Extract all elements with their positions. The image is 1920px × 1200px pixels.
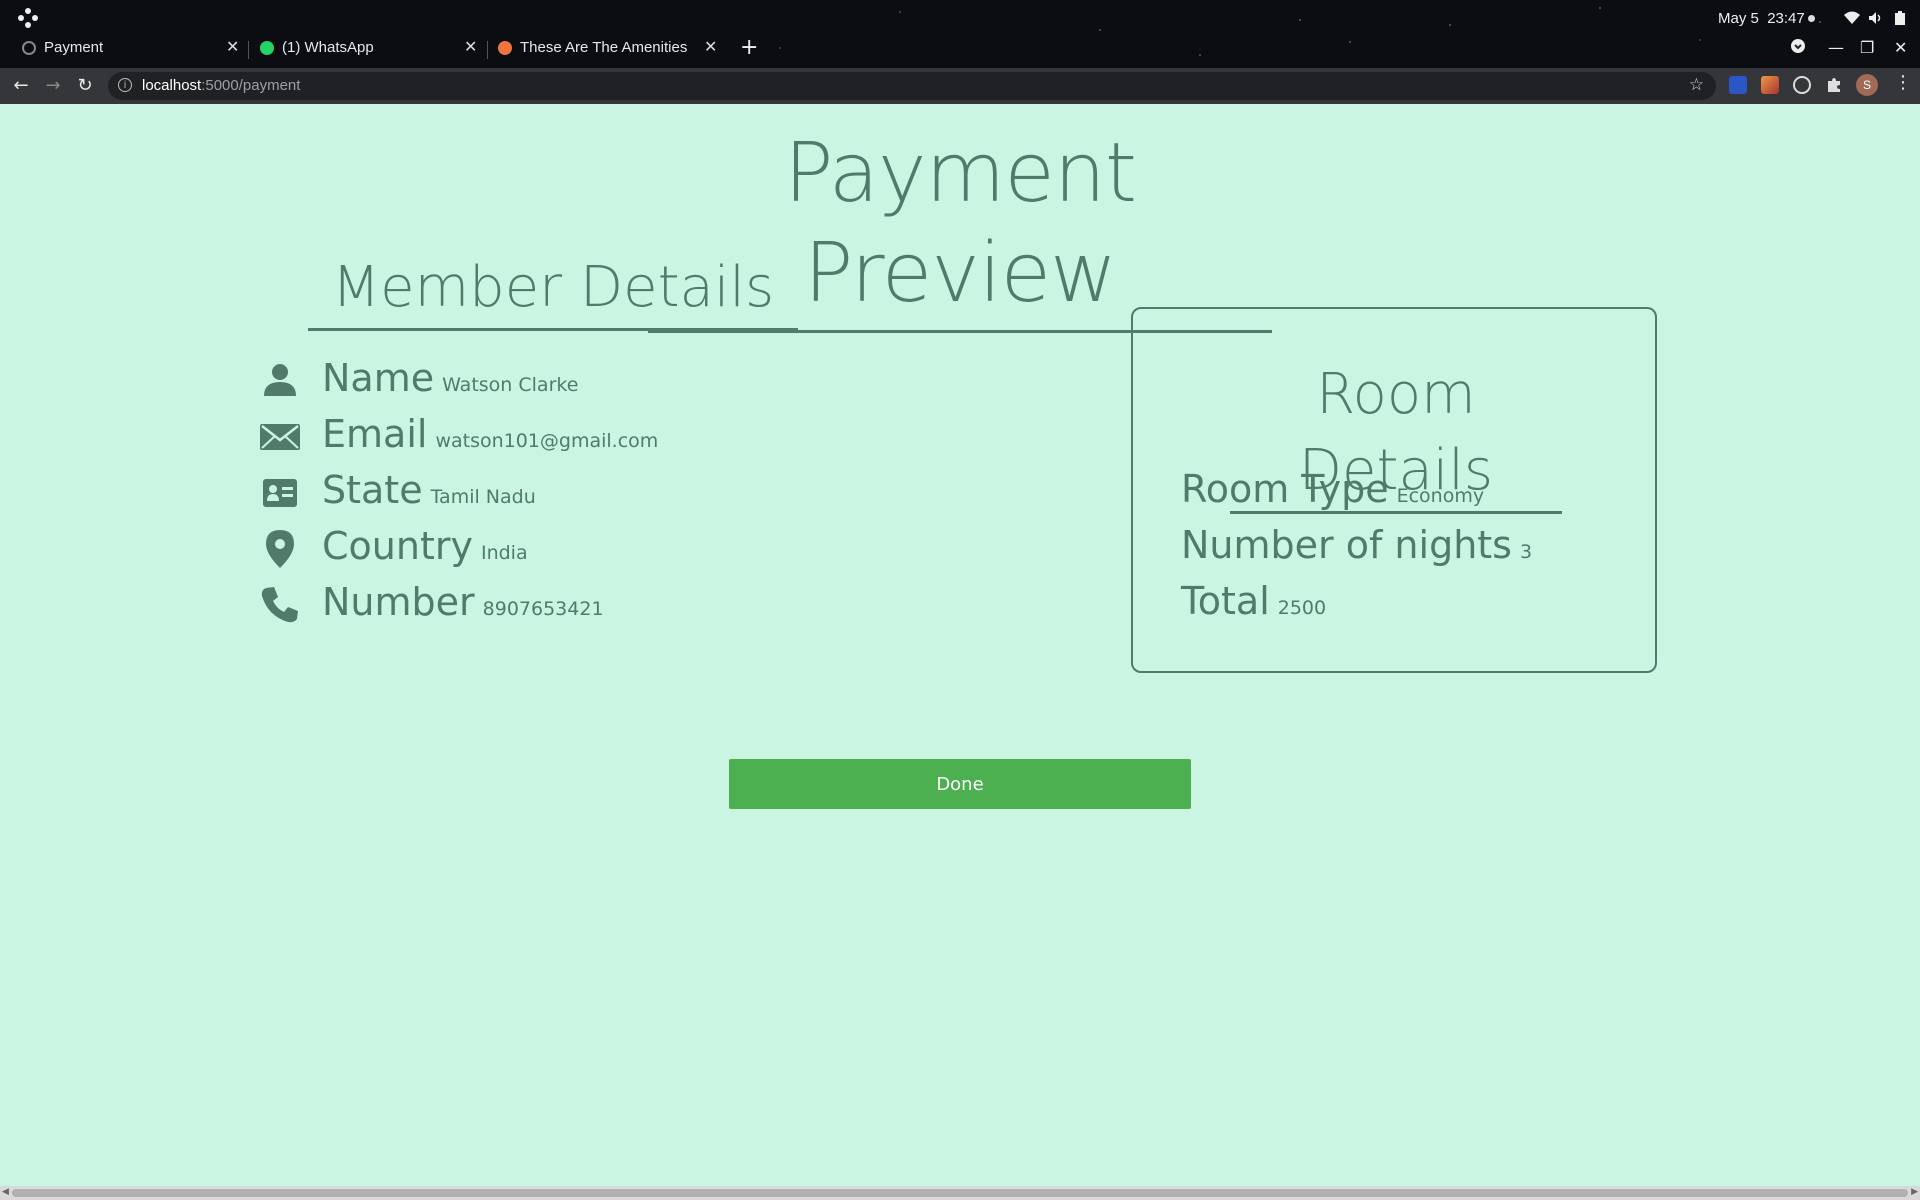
room-type-value: Economy bbox=[1396, 485, 1485, 507]
member-row-label: Email watson101@gmail.com bbox=[322, 410, 658, 465]
battery-icon[interactable] bbox=[1892, 11, 1908, 25]
close-tab-icon[interactable]: ✕ bbox=[704, 36, 717, 60]
member-email-value: watson101@gmail.com bbox=[435, 430, 659, 452]
member-row-email: Email watson101@gmail.com bbox=[256, 410, 956, 466]
member-row-label: State Tamil Nadu bbox=[322, 466, 536, 521]
tab-search-icon[interactable] bbox=[1790, 38, 1806, 59]
room-row-type: Room Type Economy bbox=[1181, 463, 1532, 519]
label-text: Email bbox=[322, 412, 428, 456]
wifi-icon[interactable] bbox=[1844, 11, 1860, 25]
url-path: :5000/payment bbox=[201, 77, 301, 94]
clock[interactable]: May 5 23:47 bbox=[1718, 10, 1805, 27]
member-details-heading: Member Details bbox=[308, 250, 798, 331]
minimize-icon[interactable]: — bbox=[1828, 38, 1844, 58]
new-tab-button[interactable]: + bbox=[740, 36, 758, 60]
site-favicon-icon bbox=[498, 41, 512, 55]
tab-title: These Are The Amenities bbox=[520, 39, 688, 56]
label-text: State bbox=[322, 468, 423, 512]
system-bar: May 5 23:47 bbox=[0, 0, 1920, 36]
room-details-card: Room Details Room Type Economy Number of … bbox=[1131, 307, 1657, 673]
member-details-list: Name Watson Clarke Email watson101@gmail.c… bbox=[256, 354, 956, 634]
whatsapp-icon bbox=[260, 41, 274, 55]
member-row-country: Country India bbox=[256, 522, 956, 578]
address-bar[interactable]: i localhost:5000/payment ☆ bbox=[108, 72, 1716, 100]
back-icon[interactable]: ← bbox=[10, 75, 32, 97]
person-icon bbox=[264, 364, 296, 396]
payment-page: Payment Preview Member Details Name Watso… bbox=[0, 104, 1920, 1184]
member-number-value: 8907653421 bbox=[482, 598, 604, 620]
room-row-label: Room Type bbox=[1181, 467, 1389, 511]
room-row-total: Total 2500 bbox=[1181, 575, 1532, 631]
horizontal-scrollbar[interactable]: ◀ ▶ bbox=[0, 1186, 1920, 1200]
done-button[interactable]: Done bbox=[729, 759, 1191, 809]
close-tab-icon[interactable]: ✕ bbox=[226, 36, 239, 60]
tab-title: (1) WhatsApp bbox=[282, 39, 374, 56]
member-row-state: State Tamil Nadu bbox=[256, 466, 956, 522]
label-text: Country bbox=[322, 524, 473, 568]
room-details-list: Room Type Economy Number of nights 3 Total… bbox=[1181, 463, 1532, 631]
envelope-icon bbox=[260, 424, 300, 450]
member-row-label: Country India bbox=[322, 522, 528, 577]
close-tab-icon[interactable]: ✕ bbox=[464, 36, 477, 60]
puzzle-extensions-icon[interactable] bbox=[1825, 76, 1843, 94]
react-devtools-icon[interactable] bbox=[1793, 76, 1811, 94]
forward-icon[interactable]: → bbox=[42, 75, 64, 97]
member-row-number: Number 8907653421 bbox=[256, 578, 956, 634]
browser-chrome: May 5 23:47 Payment ✕ (1) WhatsApp ✕ The… bbox=[0, 0, 1920, 104]
room-total-value: 2500 bbox=[1277, 597, 1327, 619]
label-text: Name bbox=[322, 356, 435, 400]
profile-avatar[interactable]: S bbox=[1856, 74, 1878, 96]
room-nights-value: 3 bbox=[1519, 541, 1533, 563]
notification-dot-icon bbox=[1808, 15, 1815, 22]
reload-icon[interactable]: ↻ bbox=[74, 75, 96, 97]
tab-whatsapp[interactable]: (1) WhatsApp ✕ bbox=[260, 36, 478, 68]
close-window-icon[interactable]: ✕ bbox=[1894, 38, 1907, 58]
tab-title: Payment bbox=[44, 39, 104, 56]
member-row-label: Number 8907653421 bbox=[322, 578, 604, 633]
toolbar: ← → ↻ i localhost:5000/payment ☆ bbox=[0, 68, 1920, 104]
scroll-right-icon[interactable]: ▶ bbox=[1911, 1187, 1918, 1197]
member-state-value: Tamil Nadu bbox=[430, 486, 536, 508]
member-name-value: Watson Clarke bbox=[442, 374, 579, 396]
clock-date: May 5 bbox=[1718, 10, 1759, 27]
tab-divider bbox=[487, 41, 488, 59]
volume-icon[interactable] bbox=[1868, 11, 1884, 25]
tab-amenities[interactable]: These Are The Amenities ✕ bbox=[498, 36, 720, 68]
site-info-icon[interactable]: i bbox=[118, 78, 132, 92]
menu-kebab-icon[interactable]: ⋮ bbox=[1894, 72, 1912, 93]
os-menu-icon[interactable] bbox=[18, 8, 38, 28]
bookmark-star-icon[interactable]: ☆ bbox=[1689, 75, 1704, 95]
member-row-name: Name Watson Clarke bbox=[256, 354, 956, 410]
room-row-nights: Number of nights 3 bbox=[1181, 519, 1532, 575]
room-row-label: Number of nights bbox=[1181, 523, 1512, 567]
member-country-value: India bbox=[480, 542, 528, 564]
url-text[interactable]: localhost:5000/payment bbox=[142, 77, 300, 94]
tab-payment[interactable]: Payment ✕ bbox=[22, 36, 240, 68]
restore-icon[interactable]: ❐ bbox=[1860, 38, 1874, 58]
tab-divider bbox=[248, 41, 249, 59]
phone-icon bbox=[261, 587, 298, 623]
extension-icon[interactable] bbox=[1729, 76, 1747, 94]
url-host: localhost bbox=[142, 77, 202, 94]
label-text: Number bbox=[322, 580, 475, 624]
room-row-label: Total bbox=[1181, 579, 1270, 623]
scroll-left-icon[interactable]: ◀ bbox=[2, 1187, 9, 1197]
member-row-label: Name Watson Clarke bbox=[322, 354, 578, 409]
clock-time: 23:47 bbox=[1767, 10, 1805, 27]
extension-icon[interactable] bbox=[1761, 76, 1779, 94]
scrollbar-thumb[interactable] bbox=[12, 1189, 1908, 1197]
id-card-icon bbox=[263, 479, 297, 507]
globe-icon bbox=[22, 41, 36, 55]
map-pin-icon bbox=[266, 530, 294, 568]
